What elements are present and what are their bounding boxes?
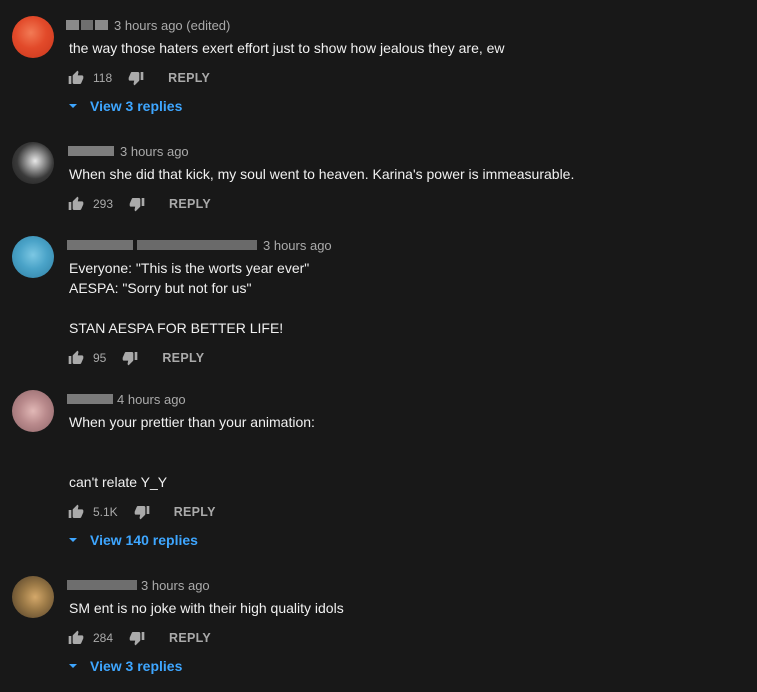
view-replies-button[interactable]: View 140 replies [68,530,198,550]
chevron-down-icon [69,538,77,542]
comment-time[interactable]: 3 hours ago [263,238,332,253]
author-name-redacted[interactable] [95,20,108,30]
avatar[interactable] [12,236,54,278]
thumb-down-icon[interactable] [128,70,144,86]
reply-button[interactable]: REPLY [169,197,211,211]
avatar[interactable] [12,576,54,618]
reply-button[interactable]: REPLY [174,505,216,519]
like-count: 95 [93,351,107,365]
thumb-up-icon[interactable] [68,196,84,212]
avatar-image [12,236,54,278]
reply-button[interactable]: REPLY [169,631,211,645]
author-name-redacted[interactable] [66,20,79,30]
avatar-image [12,142,54,184]
view-replies-button[interactable]: View 3 replies [68,656,182,676]
chevron-down-icon [69,664,77,668]
comment-time[interactable]: 3 hours ago [120,144,189,159]
thumb-up-icon[interactable] [68,504,84,520]
thumb-down-icon[interactable] [129,630,145,646]
avatar-image [12,390,54,432]
comment-text: the way those haters exert effort just t… [69,40,505,56]
avatar-image [12,16,54,58]
thumb-up-icon[interactable] [68,70,84,86]
comment-text: When she did that kick, my soul went to … [69,166,575,182]
thumb-up-icon[interactable] [68,350,84,366]
like-count: 284 [93,631,114,645]
comment-time[interactable]: 3 hours ago [141,578,210,593]
avatar[interactable] [12,142,54,184]
comment-time[interactable]: 4 hours ago [117,392,186,407]
author-name-redacted[interactable] [67,580,137,590]
thumb-down-icon[interactable] [129,196,145,212]
view-replies-label: View 140 replies [90,532,198,548]
like-count: 293 [93,197,114,211]
author-name-redacted[interactable] [67,394,113,404]
view-replies-button[interactable]: View 3 replies [68,96,182,116]
thumb-down-icon[interactable] [122,350,138,366]
reply-button[interactable]: REPLY [162,351,204,365]
chevron-down-icon [69,104,77,108]
thumb-up-icon[interactable] [68,630,84,646]
author-name-redacted[interactable] [137,240,257,250]
avatar-image [12,576,54,618]
view-replies-label: View 3 replies [90,658,183,674]
view-replies-label: View 3 replies [90,98,183,114]
comment-time[interactable]: 3 hours ago (edited) [114,18,230,33]
comment-text: Everyone: "This is the worts year ever" … [69,260,310,336]
reply-button[interactable]: REPLY [168,71,210,85]
avatar[interactable] [12,390,54,432]
author-name-redacted[interactable] [81,20,93,30]
thumb-down-icon[interactable] [134,504,150,520]
comment-text: When your prettier than your animation: … [69,414,315,490]
comment-text: SM ent is no joke with their high qualit… [69,600,344,616]
like-count: 118 [93,71,113,85]
author-name-redacted[interactable] [68,146,114,156]
author-name-redacted[interactable] [67,240,133,250]
avatar[interactable] [12,16,54,58]
like-count: 5.1K [93,505,118,519]
